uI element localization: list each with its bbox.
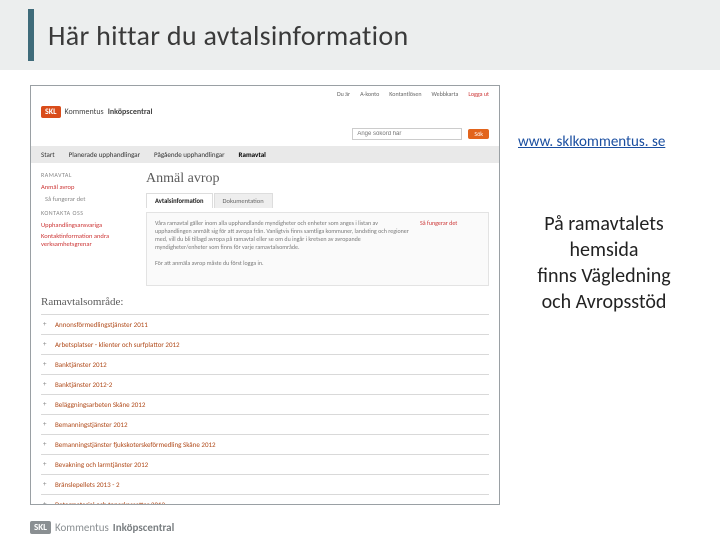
sidebar-sub[interactable]: Så fungerar det: [45, 195, 136, 203]
shot-heading: Anmäl avrop: [146, 171, 489, 187]
subtab-avtals[interactable]: Avtalsinformation: [146, 193, 213, 208]
shot-search-input[interactable]: [352, 128, 462, 140]
topnav-item: A-konto: [360, 90, 379, 98]
info-text: På ramavtalets hemsida finns Vägledning …: [518, 211, 690, 315]
footer-t1: Kommentus: [55, 521, 109, 534]
list-item[interactable]: Banktjänster 2012-2: [41, 374, 489, 394]
shot-list-heading: Ramavtalsområde:: [41, 296, 489, 308]
panel-right-link[interactable]: Så fungerar det: [420, 219, 480, 279]
list-item[interactable]: Datormaterial och tonerkassetter 2012: [41, 494, 489, 505]
list-item[interactable]: Beläggningsarbeten Skåne 2012: [41, 394, 489, 414]
shot-search-row: Sök: [31, 126, 499, 146]
info-line: hemsida: [570, 238, 639, 262]
topnav-logout: Logga ut: [468, 90, 489, 98]
panel-para2: För att anmäla avrop måste du först logg…: [155, 259, 264, 267]
tab-start[interactable]: Start: [41, 150, 55, 159]
list-item[interactable]: Bevakning och larmtjänster 2012: [41, 454, 489, 474]
list-item[interactable]: Bemanningstjänster fjukskoterskeförmedli…: [41, 434, 489, 454]
panel-para: Våra ramavtal gäller inom alla upphandla…: [155, 219, 409, 251]
list-item[interactable]: Banktjänster 2012: [41, 354, 489, 374]
shot-maintabs: Start Planerade upphandlingar Pågående u…: [31, 146, 499, 163]
sidebar-link[interactable]: Kontaktinformation andra verksamhetsgren…: [41, 232, 136, 248]
info-line: finns Vägledning: [537, 264, 670, 288]
sidebar-header: KONTAKTA OSS: [41, 209, 136, 217]
topnav-item: Webbkarta: [432, 90, 459, 98]
slide-title-bar: Här hittar du avtalsinformation: [0, 0, 720, 70]
sidebar-active[interactable]: Anmäl avrop: [41, 183, 136, 191]
shot-body: RAMAVTAL Anmäl avrop Så fungerar det KON…: [31, 163, 499, 286]
list-item[interactable]: Bemanningstjänster 2012: [41, 414, 489, 434]
sidebar-link[interactable]: Upphandlingsansvariga: [41, 221, 136, 229]
footer-t2: Inköpscentral: [113, 521, 175, 534]
list-item[interactable]: Arbetsplatser - klienter och surfplattor…: [41, 334, 489, 354]
title-accent: [28, 9, 34, 61]
shot-brand: SKL Kommentus Inköpscentral: [31, 102, 499, 126]
right-column: www. sklkommentus. se På ramavtalets hem…: [518, 85, 690, 510]
external-link[interactable]: www. sklkommentus. se: [518, 133, 690, 151]
shot-brand-t2: Inköpscentral: [108, 107, 153, 117]
shot-subtabs: Avtalsinformation Dokumentation: [146, 193, 489, 208]
topnav-item: Kontantlösen: [389, 90, 421, 98]
list-item[interactable]: Bränslepellets 2013 - 2: [41, 474, 489, 494]
info-line: och Avropsstöd: [542, 290, 667, 314]
info-line: På ramavtalets: [544, 212, 664, 236]
shot-brand-logo: SKL: [41, 106, 61, 118]
shot-main: Anmäl avrop Avtalsinformation Dokumentat…: [146, 171, 489, 286]
topnav-item: Du är: [337, 90, 350, 98]
footer-logo: SKL: [30, 521, 51, 534]
shot-brand-t1: Kommentus: [65, 107, 104, 117]
shot-panel-text: Våra ramavtal gäller inom alla upphandla…: [155, 219, 412, 279]
tab-ramavtal[interactable]: Ramavtal: [239, 150, 266, 159]
tab-pagaende[interactable]: Pågående upphandlingar: [154, 150, 225, 159]
list-item[interactable]: Annonsförmedlingstjänster 2011: [41, 314, 489, 334]
embedded-screenshot: Du är A-konto Kontantlösen Webbkarta Log…: [30, 85, 500, 505]
subtab-dokument[interactable]: Dokumentation: [214, 193, 273, 208]
shot-search-button[interactable]: Sök: [468, 129, 489, 139]
sidebar-header: RAMAVTAL: [41, 171, 136, 179]
shot-topnav: Du är A-konto Kontantlösen Webbkarta Log…: [31, 86, 499, 102]
slide-title: Här hittar du avtalsinformation: [48, 18, 408, 53]
shot-sidebar: RAMAVTAL Anmäl avrop Så fungerar det KON…: [41, 171, 136, 286]
slide-footer: SKL Kommentus Inköpscentral: [30, 521, 174, 534]
shot-panel: Våra ramavtal gäller inom alla upphandla…: [146, 212, 489, 286]
tab-planerade[interactable]: Planerade upphandlingar: [69, 150, 140, 159]
slide-content: Du är A-konto Kontantlösen Webbkarta Log…: [30, 85, 690, 510]
shot-list: Annonsförmedlingstjänster 2011 Arbetspla…: [31, 314, 499, 505]
